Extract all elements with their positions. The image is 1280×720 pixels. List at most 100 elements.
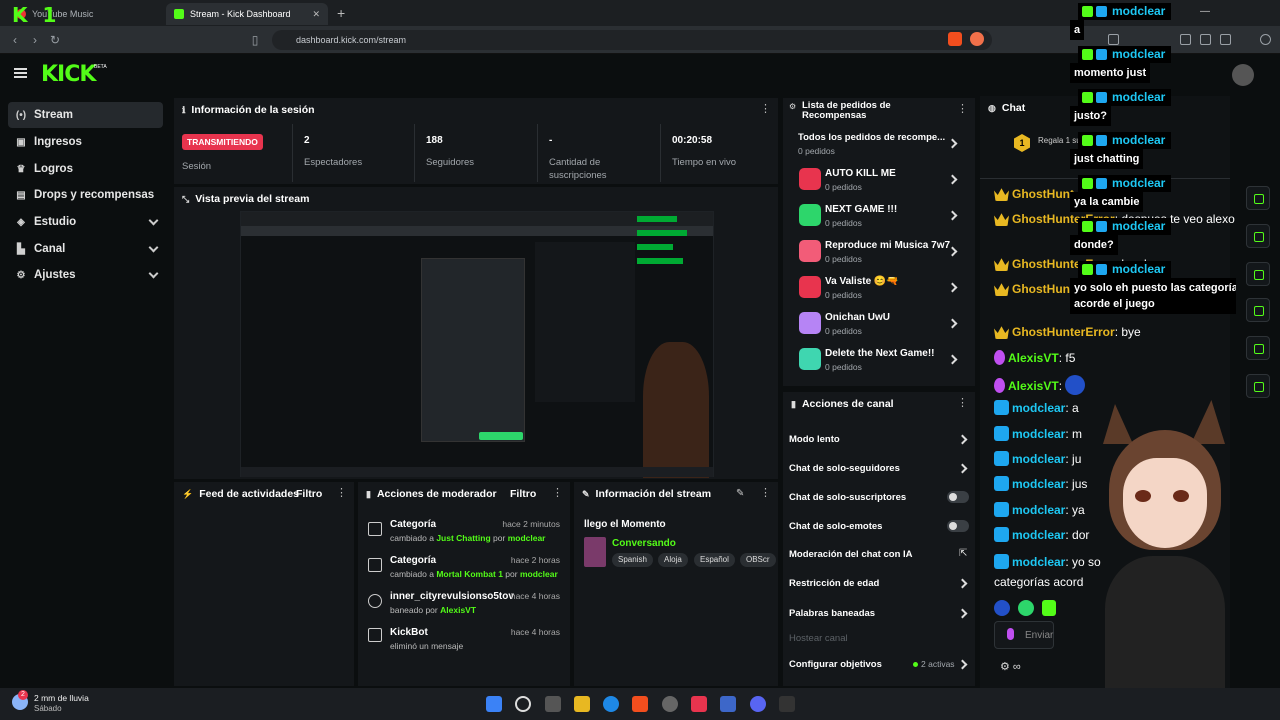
chevron-down-icon <box>148 215 159 226</box>
stream-preview-video[interactable] <box>240 211 714 478</box>
back-icon[interactable]: ‹ <box>8 33 22 47</box>
sidebar-item-ajustes[interactable]: ⚙ Ajustes <box>8 262 163 288</box>
tiktok-icon[interactable] <box>691 696 707 712</box>
more-options-icon[interactable]: ⋮ <box>957 104 968 116</box>
chevron-right-icon[interactable] <box>957 578 968 589</box>
chevron-right-icon[interactable] <box>947 354 958 365</box>
edge-icon[interactable] <box>603 696 619 712</box>
overlay-message: ya la cambie <box>1070 192 1144 212</box>
close-tab-icon[interactable]: ✕ <box>312 9 320 20</box>
goals-row[interactable]: Configurar objetivos <box>789 659 882 670</box>
reward-title[interactable]: Onichan UwU <box>825 312 890 323</box>
file-explorer-icon[interactable] <box>574 696 590 712</box>
reward-title[interactable]: AUTO KILL ME <box>825 168 896 179</box>
minimize-icon[interactable]: — <box>1200 6 1210 17</box>
emote-icon[interactable] <box>1042 600 1056 616</box>
reward-icon <box>799 276 821 298</box>
menu-icon[interactable] <box>1260 34 1271 45</box>
task-view-icon[interactable] <box>545 696 561 712</box>
discord-icon[interactable] <box>750 696 766 712</box>
emote-icon[interactable] <box>994 600 1010 616</box>
sidebar-item-logros[interactable]: ♛ Logros <box>8 156 163 182</box>
kick-logo[interactable]: KICK <box>41 62 96 87</box>
vscode-icon[interactable] <box>720 696 736 712</box>
download-icon[interactable] <box>1220 34 1231 45</box>
tag-chip[interactable]: OBScr <box>740 553 776 567</box>
chevron-right-icon[interactable] <box>947 138 958 149</box>
reward-title[interactable]: Va Valiste 😊🔫 <box>825 276 899 287</box>
banned-words-row[interactable]: Palabras baneadas <box>789 608 875 619</box>
sidebar-item-drops[interactable]: ▤ Drops y recompensas <box>8 182 163 208</box>
chevron-right-icon[interactable] <box>947 282 958 293</box>
filter-button[interactable]: Filtro <box>296 488 322 500</box>
brave-icon[interactable] <box>632 696 648 712</box>
rail-button[interactable] <box>1246 224 1270 248</box>
emotes-only-toggle[interactable] <box>947 520 969 532</box>
sidebar-item-ingresos[interactable]: ▣ Ingresos <box>8 129 163 155</box>
search-icon[interactable] <box>515 696 531 712</box>
chat-input[interactable]: Enviar <box>994 621 1054 649</box>
reward-title[interactable]: NEXT GAME !!! <box>825 204 897 215</box>
chevron-right-icon[interactable] <box>947 246 958 257</box>
viewers-value: 2 <box>304 135 310 146</box>
age-restriction-row[interactable]: Restricción de edad <box>789 578 879 589</box>
chevron-right-icon[interactable] <box>947 210 958 221</box>
obs-icon[interactable] <box>662 696 678 712</box>
more-options-icon[interactable]: ⋮ <box>336 488 347 500</box>
sidebar-item-stream[interactable]: (•) Stream <box>8 102 163 128</box>
reload-icon[interactable]: ↻ <box>48 33 62 47</box>
sidebar-item-canal[interactable]: ▙ Canal <box>8 236 163 262</box>
chevron-right-icon[interactable] <box>947 318 958 329</box>
stream-title: llego el Momento <box>584 519 666 530</box>
chevron-right-icon[interactable] <box>947 174 958 185</box>
rail-button[interactable] <box>1246 374 1270 398</box>
more-options-icon[interactable]: ⋮ <box>760 488 771 500</box>
reward-title[interactable]: Reproduce mi Musica 7w7 <box>825 240 950 251</box>
tag-chip[interactable]: Aloja <box>658 553 688 567</box>
chat-settings-icon[interactable]: ⚙ ∞ <box>1000 660 1021 673</box>
brave-shield-icon[interactable] <box>948 32 962 46</box>
tag-chip[interactable]: Español <box>694 553 735 567</box>
app-icon[interactable] <box>779 696 795 712</box>
tag-chip[interactable]: Spanish <box>612 553 653 567</box>
windows-start-icon[interactable] <box>486 696 502 712</box>
rail-button[interactable] <box>1246 186 1270 210</box>
url-field[interactable]: dashboard.kick.com/stream <box>272 30 992 50</box>
emote-icon[interactable] <box>1018 600 1034 616</box>
chevron-right-icon[interactable] <box>957 463 968 474</box>
chevron-right-icon[interactable] <box>957 608 968 619</box>
new-tab-icon[interactable]: + <box>337 5 345 21</box>
brave-rewards-icon[interactable] <box>970 32 984 46</box>
rail-button[interactable] <box>1246 336 1270 360</box>
chevron-right-icon[interactable] <box>957 434 968 445</box>
reward-count: 0 pedidos <box>825 362 862 372</box>
extension-icon[interactable] <box>1108 34 1119 45</box>
all-rewards-label[interactable]: Todos los pedidos de recompe... <box>798 132 945 143</box>
ai-moderation-row[interactable]: Moderación del chat con IA <box>789 549 913 560</box>
more-options-icon[interactable]: ⋮ <box>760 104 771 116</box>
category-name[interactable]: Conversando <box>612 538 676 549</box>
more-options-icon[interactable]: ⋮ <box>957 398 968 410</box>
sidebar-item-estudio[interactable]: ◈ Estudio <box>8 209 163 235</box>
rail-button[interactable] <box>1246 262 1270 286</box>
external-link-icon[interactable]: ⇱ <box>959 548 967 559</box>
more-options-icon[interactable]: ⋮ <box>552 488 563 500</box>
studio-icon: ◈ <box>17 216 25 228</box>
slow-mode-row[interactable]: Modo lento <box>789 434 840 445</box>
forward-icon[interactable]: › <box>28 33 42 47</box>
subscribers-only-toggle[interactable] <box>947 491 969 503</box>
wallet-icon[interactable] <box>1200 34 1211 45</box>
tab-kick-dashboard[interactable]: Stream - Kick Dashboard ✕ <box>166 3 328 25</box>
edit-stream-info-icon[interactable]: ✎ <box>736 488 744 499</box>
bookmark-icon[interactable]: ▯ <box>248 33 262 47</box>
reward-title[interactable]: Delete the Next Game!! <box>825 348 934 359</box>
chat-message: AlexisVT: <box>994 375 1086 395</box>
filter-button[interactable]: Filtro <box>510 488 536 500</box>
followers-only-row[interactable]: Chat de solo-seguidores <box>789 463 900 474</box>
hamburger-menu-icon[interactable] <box>14 68 27 78</box>
rail-button[interactable] <box>1246 298 1270 322</box>
sidebar-panel-icon[interactable] <box>1180 34 1191 45</box>
emotes-only-row: Chat de solo-emotes <box>789 521 883 532</box>
avatar[interactable] <box>1232 64 1254 86</box>
chevron-right-icon[interactable] <box>957 659 968 670</box>
